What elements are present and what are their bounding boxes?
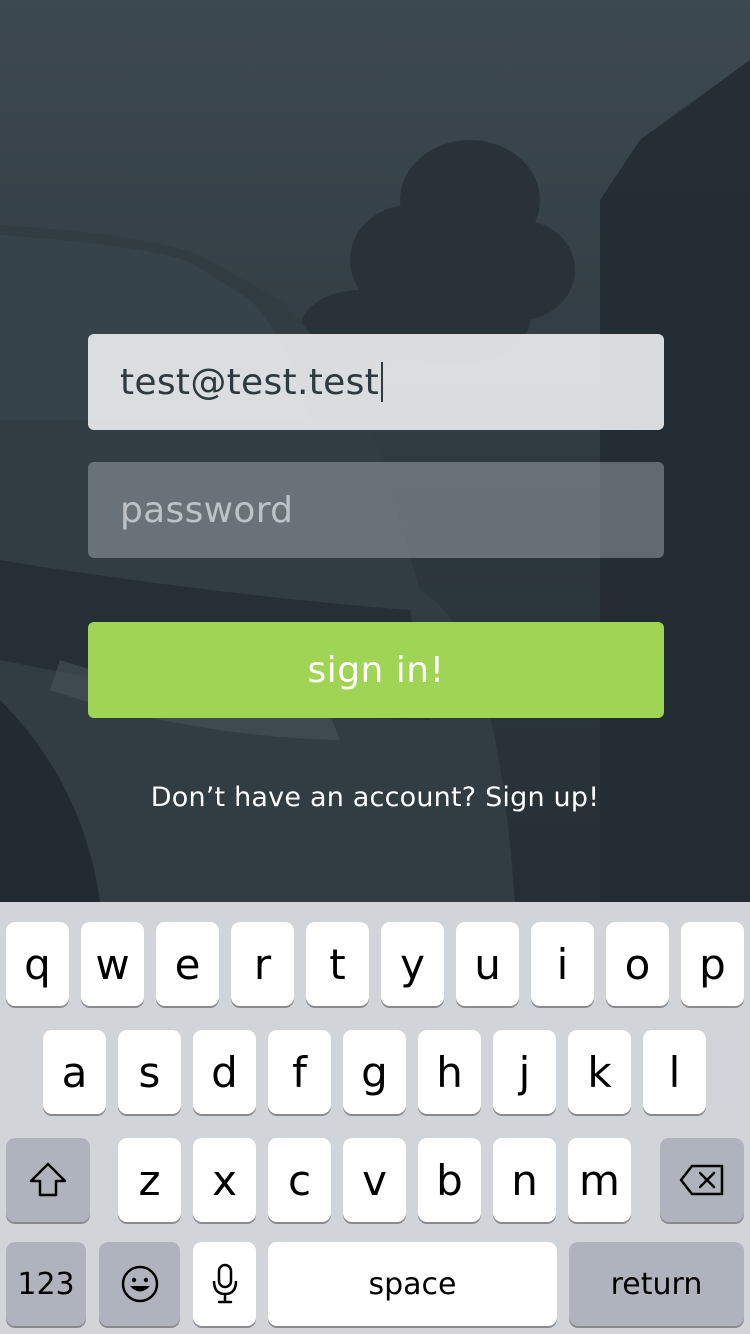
key-s[interactable]: s [118, 1030, 181, 1114]
key-j[interactable]: j [493, 1030, 556, 1114]
key-w[interactable]: w [81, 922, 144, 1006]
sign-in-button[interactable]: sign in! [88, 622, 664, 718]
emoji-icon [121, 1265, 158, 1303]
key-m[interactable]: m [568, 1138, 631, 1222]
key-b[interactable]: b [418, 1138, 481, 1222]
numbers-key[interactable]: 123 [6, 1242, 86, 1326]
key-e[interactable]: e [156, 922, 219, 1006]
key-g[interactable]: g [343, 1030, 406, 1114]
key-y[interactable]: y [381, 922, 444, 1006]
key-h[interactable]: h [418, 1030, 481, 1114]
microphone-icon [212, 1263, 237, 1304]
text-cursor [381, 362, 384, 402]
on-screen-keyboard: q w e r t y u i o p a s d f g h j k l z … [0, 902, 750, 1334]
backspace-icon [679, 1164, 724, 1196]
background-dim-overlay [0, 0, 750, 902]
key-d[interactable]: d [193, 1030, 256, 1114]
password-placeholder: password [120, 489, 294, 531]
key-i[interactable]: i [531, 922, 594, 1006]
password-field[interactable]: password [88, 462, 664, 558]
key-o[interactable]: o [606, 922, 669, 1006]
key-z[interactable]: z [118, 1138, 181, 1222]
key-f[interactable]: f [268, 1030, 331, 1114]
background-photo [0, 0, 750, 902]
key-p[interactable]: p [681, 922, 744, 1006]
key-l[interactable]: l [643, 1030, 706, 1114]
dictation-key[interactable] [193, 1242, 256, 1326]
email-value: test@test.test [120, 361, 380, 403]
key-t[interactable]: t [306, 922, 369, 1006]
shift-icon [29, 1162, 67, 1197]
key-r[interactable]: r [231, 922, 294, 1006]
key-v[interactable]: v [343, 1138, 406, 1222]
key-a[interactable]: a [43, 1030, 106, 1114]
sign-up-link[interactable]: Don’t have an account? Sign up! [0, 782, 750, 813]
space-key[interactable]: space [268, 1242, 557, 1326]
emoji-key[interactable] [99, 1242, 180, 1326]
key-k[interactable]: k [568, 1030, 631, 1114]
key-x[interactable]: x [193, 1138, 256, 1222]
delete-key[interactable] [660, 1138, 744, 1222]
key-u[interactable]: u [456, 922, 519, 1006]
key-q[interactable]: q [6, 922, 69, 1006]
return-key[interactable]: return [569, 1242, 744, 1326]
key-n[interactable]: n [493, 1138, 556, 1222]
email-field[interactable]: test@test.test [88, 334, 664, 430]
key-c[interactable]: c [268, 1138, 331, 1222]
shift-key[interactable] [6, 1138, 90, 1222]
sign-in-label: sign in! [307, 649, 445, 691]
